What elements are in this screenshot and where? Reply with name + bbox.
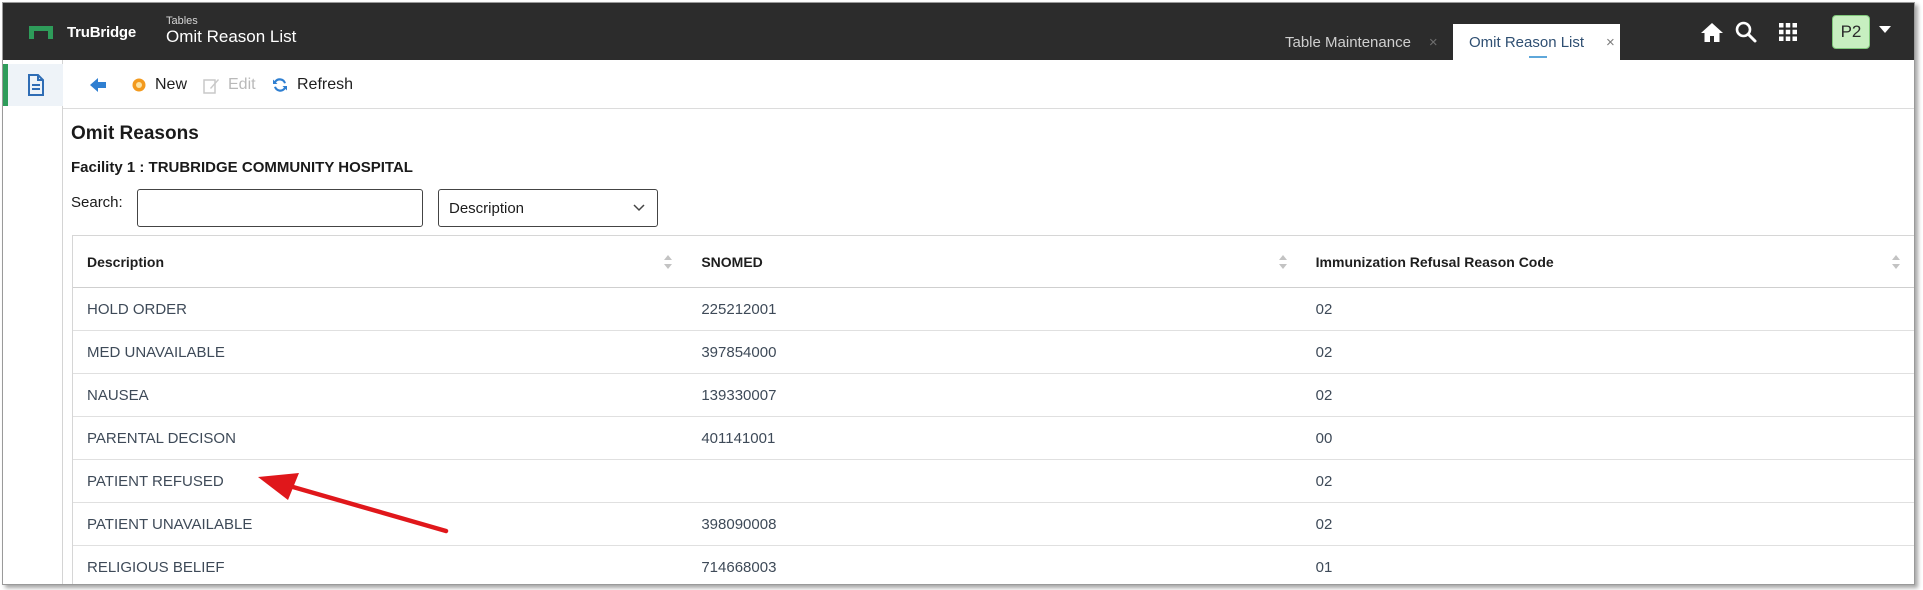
- search-field-select[interactable]: Description: [438, 189, 658, 227]
- app-title-block: Tables Omit Reason List: [166, 15, 296, 47]
- tab-omit-reason-list[interactable]: Omit Reason List ×: [1453, 24, 1620, 60]
- trubridge-logo-icon: [29, 26, 53, 39]
- cell-refusal-code: 02: [1315, 343, 1333, 361]
- cell-refusal-code: 02: [1315, 300, 1333, 318]
- cell-snomed: 139330007: [701, 386, 777, 404]
- back-arrow-icon: [90, 78, 106, 92]
- cell-description: PARENTAL DECISON: [87, 429, 236, 447]
- app-title: Omit Reason List: [166, 27, 297, 46]
- cell-description: MED UNAVAILABLE: [87, 343, 225, 361]
- sort-icon[interactable]: [1891, 254, 1901, 270]
- sort-icon[interactable]: [1278, 254, 1288, 270]
- cell-description: RELIGIOUS BELIEF: [87, 558, 225, 576]
- cell-snomed: 714668003: [701, 558, 777, 576]
- table-row[interactable]: PARENTAL DECISON 401141001 00: [73, 417, 1914, 460]
- new-star-icon: [132, 78, 146, 92]
- facility-label: Facility 1 : TRUBRIDGE COMMUNITY HOSPITA…: [71, 159, 413, 176]
- user-avatar[interactable]: P2: [1832, 15, 1870, 49]
- cell-refusal-code: 02: [1315, 472, 1333, 490]
- edit-pencil-icon: [203, 78, 219, 94]
- cell-description: PATIENT UNAVAILABLE: [87, 515, 253, 533]
- cell-snomed: 398090008: [701, 515, 777, 533]
- cell-refusal-code: 02: [1315, 386, 1333, 404]
- edit-button-label: Edit: [228, 76, 256, 93]
- cell-refusal-code: 00: [1315, 429, 1333, 447]
- top-bar: TruBridge Tables Omit Reason List Table …: [3, 3, 1914, 60]
- column-header-label: Description: [87, 253, 165, 270]
- omit-reasons-table: Description SNOMED Immunization Refusal …: [72, 235, 1914, 584]
- cell-description: NAUSEA: [87, 386, 149, 404]
- cell-snomed: 397854000: [701, 343, 777, 361]
- table-row[interactable]: HOLD ORDER 225212001 02: [73, 288, 1914, 331]
- brand-logo[interactable]: TruBridge: [29, 24, 136, 41]
- refresh-button-label: Refresh: [297, 76, 354, 93]
- column-header-label: SNOMED: [701, 253, 763, 270]
- table-row[interactable]: MED UNAVAILABLE 397854000 02: [73, 331, 1914, 374]
- search-icon[interactable]: [1733, 19, 1759, 45]
- left-sidebar: [3, 60, 63, 584]
- cell-description: HOLD ORDER: [87, 300, 188, 318]
- cell-snomed: [687, 460, 1301, 502]
- table-header: Description SNOMED Immunization Refusal …: [73, 236, 1914, 288]
- document-icon: [27, 74, 44, 96]
- search-input[interactable]: [137, 189, 423, 227]
- cell-snomed: 225212001: [701, 300, 777, 318]
- toolbar: New Edit Refresh: [63, 60, 1914, 109]
- app-subtitle: Tables: [166, 15, 198, 27]
- home-icon[interactable]: [1699, 19, 1725, 45]
- cell-refusal-code: 02: [1315, 515, 1333, 533]
- tab-label: Omit Reason List: [1469, 33, 1585, 51]
- refresh-button[interactable]: Refresh: [271, 74, 353, 96]
- table-row[interactable]: PATIENT REFUSED 02: [73, 460, 1914, 503]
- table-row[interactable]: RELIGIOUS BELIEF 714668003 01: [73, 546, 1914, 584]
- chevron-down-icon: [633, 204, 645, 212]
- tab-label: Table Maintenance: [1285, 33, 1411, 51]
- new-button-label: New: [155, 76, 188, 93]
- cell-description: PATIENT REFUSED: [87, 472, 224, 490]
- column-header-description[interactable]: Description: [73, 236, 687, 287]
- cell-snomed: 401141001: [701, 429, 776, 447]
- search-field-selected: Description: [449, 199, 525, 217]
- table-row[interactable]: PATIENT UNAVAILABLE 398090008 02: [73, 503, 1914, 546]
- sidebar-item-document[interactable]: [3, 64, 63, 106]
- close-icon[interactable]: ×: [1429, 34, 1438, 51]
- new-button[interactable]: New: [131, 74, 187, 96]
- search-label: Search:: [71, 194, 123, 211]
- refresh-icon: [273, 78, 287, 92]
- cell-refusal-code: 01: [1315, 558, 1333, 576]
- edit-button[interactable]: Edit: [203, 74, 256, 96]
- brand-name: TruBridge: [67, 24, 137, 41]
- back-button[interactable]: [89, 74, 115, 96]
- apps-grid-icon[interactable]: [1775, 19, 1801, 45]
- table-row[interactable]: NAUSEA 139330007 02: [73, 374, 1914, 417]
- app-window: TruBridge Tables Omit Reason List Table …: [2, 2, 1915, 585]
- tab-table-maintenance[interactable]: Table Maintenance ×: [1285, 24, 1455, 60]
- chevron-down-icon[interactable]: [1879, 26, 1891, 33]
- close-icon[interactable]: ×: [1606, 34, 1615, 51]
- page-title: Omit Reasons: [71, 123, 199, 144]
- column-header-label: Immunization Refusal Reason Code: [1315, 253, 1554, 270]
- active-tab-indicator: [1529, 56, 1547, 58]
- column-header-snomed[interactable]: SNOMED: [687, 236, 1301, 287]
- column-header-immunization-refusal-reason-code[interactable]: Immunization Refusal Reason Code: [1302, 236, 1914, 287]
- sort-icon[interactable]: [663, 254, 673, 270]
